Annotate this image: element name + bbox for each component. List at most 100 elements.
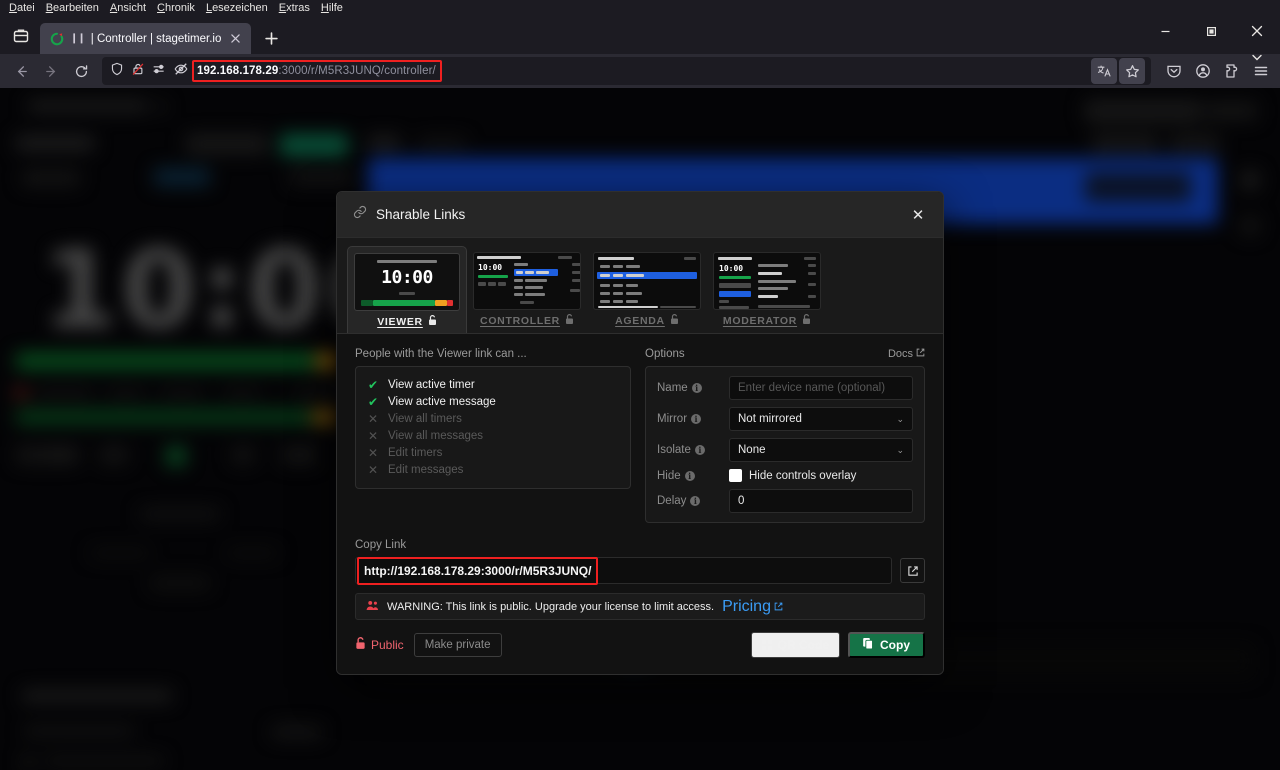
menu-lesezeichen[interactable]: Lesezeichen bbox=[201, 1, 274, 16]
options-heading: Options bbox=[645, 348, 685, 360]
device-name-input[interactable]: Enter device name (optional) bbox=[729, 376, 913, 400]
bookmark-star-icon[interactable] bbox=[1119, 58, 1145, 84]
moderator-preview-thumb: 10:00 bbox=[713, 252, 821, 310]
tab-list-chevron-icon[interactable] bbox=[1242, 46, 1272, 68]
info-icon[interactable]: i bbox=[690, 496, 700, 506]
options-panel: Name i Enter device name (optional) Mirr… bbox=[645, 366, 925, 523]
new-tab-button[interactable] bbox=[257, 24, 285, 52]
url-text-container[interactable]: 192.168.178.29:3000/r/M5R3JUNQ/controlle… bbox=[197, 65, 436, 77]
tab-moderator[interactable]: 10:00 M bbox=[707, 246, 827, 333]
dialog-footer: Public Make private QR Code Copy bbox=[337, 620, 943, 674]
unlock-icon bbox=[565, 314, 574, 328]
close-button[interactable] bbox=[1234, 16, 1280, 46]
public-link-warning: WARNING: This link is public. Upgrade yo… bbox=[355, 593, 925, 620]
permission-row: ✕ Edit messages bbox=[367, 462, 619, 478]
copy-link-input[interactable]: http://192.168.178.29:3000/r/M5R3JUNQ/ bbox=[355, 557, 892, 584]
tab-controller[interactable]: 10:00 bbox=[467, 246, 587, 333]
hide-controls-checkbox[interactable] bbox=[729, 469, 742, 482]
controller-preview-thumb: 10:00 bbox=[473, 252, 581, 310]
qr-code-icon bbox=[762, 640, 772, 650]
info-icon[interactable]: i bbox=[695, 445, 705, 455]
qr-code-button[interactable]: QR Code bbox=[751, 632, 840, 658]
annotation-box-copy-link bbox=[357, 557, 598, 585]
pricing-link[interactable]: Pricing bbox=[722, 598, 783, 616]
permissions-section: People with the Viewer link can ... ✔ Vi… bbox=[355, 348, 631, 523]
agenda-preview-thumb bbox=[593, 252, 701, 310]
dialog-body: People with the Viewer link can ... ✔ Vi… bbox=[337, 334, 943, 523]
tab-viewer-label: VIEWER bbox=[377, 315, 437, 329]
tab-agenda[interactable]: AGENDA bbox=[587, 246, 707, 333]
cross-icon: ✕ bbox=[367, 464, 379, 476]
reload-icon[interactable] bbox=[66, 57, 96, 85]
option-mirror-label: Mirror i bbox=[657, 413, 721, 425]
navigation-toolbar: 192.168.178.29:3000/r/M5R3JUNQ/controlle… bbox=[0, 54, 1280, 88]
mirror-select[interactable]: Not mirrored ⌄ bbox=[729, 407, 913, 431]
dialog-header: Sharable Links ✕ bbox=[337, 192, 943, 238]
info-icon[interactable]: i bbox=[685, 471, 695, 481]
external-link-icon bbox=[916, 348, 925, 360]
permissions-icon[interactable] bbox=[152, 62, 167, 81]
permission-row: ✕ Edit timers bbox=[367, 445, 619, 461]
option-name-label: Name i bbox=[657, 382, 721, 394]
menu-bar: Datei Bearbeiten Ansicht Chronik Lesezei… bbox=[0, 0, 1280, 16]
menu-ansicht[interactable]: Ansicht bbox=[105, 1, 152, 16]
translate-icon[interactable] bbox=[1091, 58, 1117, 84]
url-bar[interactable]: 192.168.178.29:3000/r/M5R3JUNQ/controlle… bbox=[102, 57, 1151, 85]
unlock-icon bbox=[428, 315, 437, 329]
unlock-icon bbox=[802, 314, 811, 328]
menu-datei[interactable]: Datei bbox=[4, 1, 41, 16]
menu-chronik[interactable]: Chronik bbox=[152, 1, 201, 16]
firefox-view-icon[interactable] bbox=[6, 21, 36, 51]
permission-row: ✔ View active timer bbox=[367, 377, 619, 393]
option-isolate-row: Isolate i None ⌄ bbox=[657, 438, 913, 462]
shield-icon[interactable] bbox=[110, 62, 124, 81]
pocket-icon[interactable] bbox=[1161, 58, 1187, 84]
broken-lock-icon[interactable] bbox=[131, 62, 145, 81]
tab-controller-label: CONTROLLER bbox=[480, 314, 574, 328]
viewer-thumb-time: 10:00 bbox=[355, 267, 459, 288]
options-section: Options Docs bbox=[645, 348, 925, 523]
link-type-tabs: 10:00 VIEWER bbox=[337, 238, 943, 334]
tab-favicon bbox=[50, 32, 64, 46]
tab-close-icon[interactable] bbox=[227, 31, 243, 47]
option-name-row: Name i Enter device name (optional) bbox=[657, 376, 913, 400]
isolate-select[interactable]: None ⌄ bbox=[729, 438, 913, 462]
warning-text: WARNING: This link is public. Upgrade yo… bbox=[387, 601, 714, 613]
cross-icon: ✕ bbox=[367, 447, 379, 459]
menu-extras[interactable]: Extras bbox=[274, 1, 316, 16]
account-icon[interactable] bbox=[1190, 58, 1216, 84]
info-icon[interactable]: i bbox=[692, 383, 702, 393]
tab-audio-indicator[interactable]: ❙❙ bbox=[70, 33, 85, 44]
unlock-icon bbox=[355, 637, 366, 653]
tab-strip: ❙❙ | Controller | stagetimer.io bbox=[0, 16, 1280, 54]
dialog-title: Sharable Links bbox=[376, 207, 465, 222]
url-host: 192.168.178.29 bbox=[197, 65, 278, 77]
make-private-button[interactable]: Make private bbox=[414, 633, 502, 657]
copy-link-heading: Copy Link bbox=[355, 539, 925, 551]
docs-link[interactable]: Docs bbox=[888, 348, 925, 360]
cross-icon: ✕ bbox=[367, 430, 379, 442]
copy-button[interactable]: Copy bbox=[848, 632, 925, 658]
menu-hilfe[interactable]: Hilfe bbox=[316, 1, 349, 16]
menu-bearbeiten[interactable]: Bearbeiten bbox=[41, 1, 105, 16]
delay-input[interactable]: 0 bbox=[729, 489, 913, 513]
close-icon[interactable]: ✕ bbox=[907, 204, 929, 226]
info-icon[interactable]: i bbox=[691, 414, 701, 424]
forward-arrow-icon[interactable] bbox=[36, 57, 66, 85]
controller-thumb-time: 10:00 bbox=[478, 263, 502, 272]
permission-row: ✔ View active message bbox=[367, 394, 619, 410]
tracking-protection-off-icon[interactable] bbox=[174, 62, 188, 81]
tab-moderator-label: MODERATOR bbox=[723, 314, 811, 328]
maximize-button[interactable] bbox=[1188, 16, 1234, 46]
tab-viewer[interactable]: 10:00 VIEWER bbox=[347, 246, 467, 333]
back-arrow-icon[interactable] bbox=[6, 57, 36, 85]
people-icon bbox=[366, 598, 379, 616]
chevron-down-icon: ⌄ bbox=[896, 414, 904, 425]
browser-tab[interactable]: ❙❙ | Controller | stagetimer.io bbox=[40, 23, 251, 54]
check-icon: ✔ bbox=[367, 379, 379, 391]
url-path: :3000/r/M5R3JUNQ/controller/ bbox=[278, 65, 435, 77]
minimize-button[interactable] bbox=[1142, 16, 1188, 46]
open-link-button[interactable] bbox=[900, 558, 925, 583]
chevron-down-icon: ⌄ bbox=[896, 445, 904, 456]
status-badge-public: Public bbox=[355, 637, 404, 653]
